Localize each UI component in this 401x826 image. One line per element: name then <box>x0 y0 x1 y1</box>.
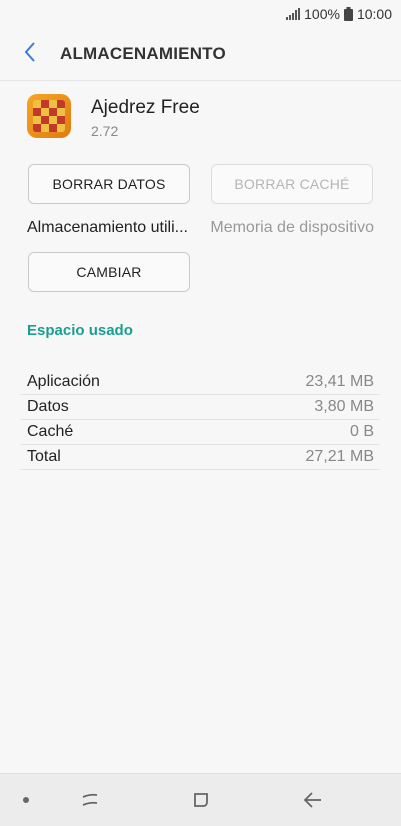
section-title: Espacio usado <box>27 322 133 339</box>
usage-row-application: Aplicación 23,41 MB <box>20 370 380 395</box>
storage-value: Memoria de dispositivo <box>210 219 374 236</box>
page-title: ALMACENAMIENTO <box>60 44 226 63</box>
clear-cache-button[interactable]: BORRAR CACHÉ <box>211 164 373 204</box>
storage-label: Almacenamiento utili... <box>27 219 188 236</box>
usage-row-total: Total 27,21 MB <box>20 445 380 470</box>
app-bar: ALMACENAMIENTO <box>0 28 401 80</box>
storage-location-row: Almacenamiento utili... Memoria de dispo… <box>27 219 374 237</box>
battery-percentage: 100% <box>304 6 340 22</box>
nav-dot-icon[interactable] <box>16 774 36 826</box>
clear-data-button[interactable]: BORRAR DATOS <box>28 164 190 204</box>
navigation-bar <box>0 773 401 826</box>
app-summary: Ajedrez Free 2.72 <box>27 94 200 139</box>
change-button[interactable]: CAMBIAR <box>28 252 190 292</box>
chevron-left-icon <box>23 41 37 68</box>
chess-app-icon <box>27 94 71 138</box>
back-arrow-icon[interactable] <box>298 774 328 826</box>
app-version: 2.72 <box>91 123 119 139</box>
usage-list: Aplicación 23,41 MB Datos 3,80 MB Caché … <box>20 370 380 470</box>
battery-icon <box>343 7 353 21</box>
header-divider <box>0 80 401 81</box>
app-name: Ajedrez Free <box>91 97 200 118</box>
back-button[interactable] <box>0 28 60 80</box>
signal-icon <box>286 8 301 20</box>
usage-row-data: Datos 3,80 MB <box>20 395 380 420</box>
status-bar: 100% 10:00 <box>0 0 401 28</box>
usage-row-cache: Caché 0 B <box>20 420 380 445</box>
clock: 10:00 <box>356 6 392 22</box>
recent-apps-icon[interactable] <box>75 774 105 826</box>
home-icon[interactable] <box>186 774 216 826</box>
